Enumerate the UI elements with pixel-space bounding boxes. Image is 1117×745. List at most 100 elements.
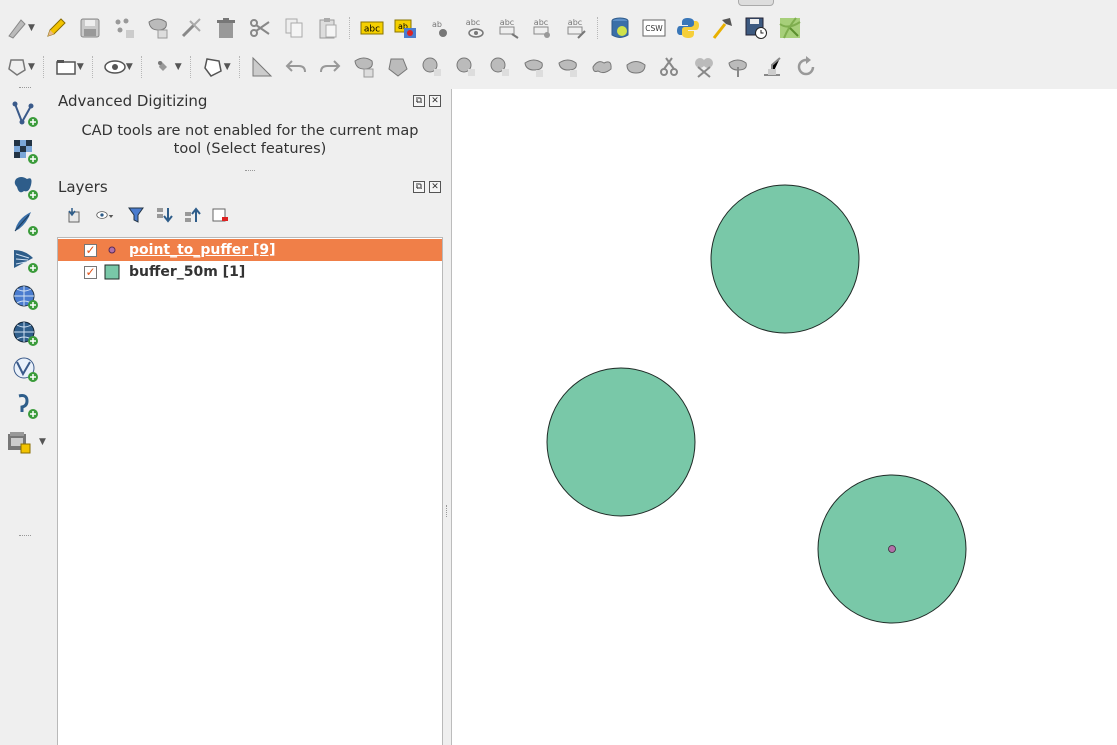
- add-point-icon[interactable]: [111, 15, 137, 41]
- expand-all-icon[interactable]: [153, 205, 175, 225]
- chevron-down-icon[interactable]: ▼: [77, 62, 84, 72]
- add-spatialite-layer-icon[interactable]: [10, 208, 40, 238]
- toolbar-separator: [348, 17, 351, 39]
- layer-row-point-to-puffer[interactable]: ✓ point_to_puffer [9]: [58, 239, 442, 261]
- add-delimited-text-layer-icon[interactable]: [10, 391, 40, 421]
- edit-pencil-icon[interactable]: [43, 15, 69, 41]
- layer-visibility-checkbox[interactable]: ✓: [84, 243, 97, 257]
- cut-icon[interactable]: [247, 15, 273, 41]
- add-mssql-layer-icon[interactable]: [10, 245, 40, 275]
- map-plugin-icon[interactable]: [777, 15, 803, 41]
- add-wms-layer-icon[interactable]: [10, 282, 40, 312]
- rotate-point-icon[interactable]: [759, 54, 785, 80]
- redo-icon[interactable]: [317, 54, 343, 80]
- annotation-icon[interactable]: [151, 54, 177, 80]
- save-edits-icon[interactable]: [77, 15, 103, 41]
- collapse-all-icon[interactable]: [181, 205, 203, 225]
- simplify-icon[interactable]: [589, 54, 615, 80]
- python-icon[interactable]: [675, 15, 701, 41]
- layer-tree[interactable]: ✓ point_to_puffer [9] ✓ buffer_50m [1]: [57, 237, 443, 745]
- buffer-polygon-2[interactable]: [546, 367, 696, 517]
- point-feature-1[interactable]: [888, 545, 896, 553]
- chevron-down-icon[interactable]: ▼: [28, 62, 35, 72]
- close-panel-icon[interactable]: ✕: [429, 95, 441, 107]
- chevron-down-icon[interactable]: ▼: [39, 437, 46, 447]
- label-highlight-icon[interactable]: ab: [393, 15, 419, 41]
- svg-text:ab: ab: [432, 20, 442, 29]
- label-icon[interactable]: abc: [359, 15, 385, 41]
- layers-panel-controls: ⧉ ✕: [413, 181, 441, 193]
- chevron-down-icon[interactable]: ▼: [126, 62, 133, 72]
- new-layer-icon[interactable]: [4, 427, 34, 457]
- check-mark-icon: ✓: [85, 265, 96, 279]
- close-panel-icon[interactable]: ✕: [429, 181, 441, 193]
- reload-icon[interactable]: [793, 54, 819, 80]
- toolbar-grip[interactable]: [19, 535, 31, 536]
- merge-attributes-icon[interactable]: [725, 54, 751, 80]
- polygon-tool-icon[interactable]: [200, 54, 226, 80]
- copy-icon[interactable]: [281, 15, 307, 41]
- data-source-toolbar: ▼: [0, 87, 54, 745]
- advanced-digitizing-title: Advanced Digitizing: [58, 92, 208, 110]
- database-icon[interactable]: [607, 15, 633, 41]
- label-show-icon[interactable]: abc: [461, 15, 487, 41]
- add-postgis-layer-icon[interactable]: [10, 172, 40, 202]
- map-splitter[interactable]: [446, 505, 447, 517]
- toolbar-grip[interactable]: [19, 87, 31, 88]
- float-panel-icon[interactable]: ⧉: [413, 181, 425, 193]
- vertex-tool-icon[interactable]: [145, 15, 171, 41]
- layers-title: Layers: [58, 178, 108, 196]
- delete-part-icon[interactable]: [487, 54, 513, 80]
- map-svg[interactable]: [452, 89, 1117, 745]
- reshape-icon[interactable]: [521, 54, 547, 80]
- split-icon[interactable]: [657, 54, 683, 80]
- add-wcs-layer-icon[interactable]: [10, 318, 40, 348]
- open-layer-styling-icon[interactable]: [63, 205, 85, 225]
- delete-icon[interactable]: [213, 15, 239, 41]
- svg-text:abc: abc: [500, 18, 514, 27]
- save-project-icon[interactable]: [743, 15, 769, 41]
- node-tool-icon[interactable]: [179, 15, 205, 41]
- svg-text:abc: abc: [466, 18, 480, 27]
- add-raster-layer-icon[interactable]: [10, 136, 40, 166]
- processing-icon[interactable]: [709, 15, 735, 41]
- label-move-icon[interactable]: abc: [495, 15, 521, 41]
- svg-text:abc: abc: [534, 18, 548, 27]
- fill-ring-icon[interactable]: [419, 54, 445, 80]
- delete-ring-icon[interactable]: [453, 54, 479, 80]
- add-part-icon[interactable]: [385, 54, 411, 80]
- measure-angle-icon[interactable]: [249, 54, 275, 80]
- float-panel-icon[interactable]: ⧉: [413, 95, 425, 107]
- label-pin-icon[interactable]: ab: [427, 15, 453, 41]
- offset-curve-icon[interactable]: [555, 54, 581, 80]
- map-canvas[interactable]: [451, 89, 1117, 745]
- layer-name: buffer_50m [1]: [129, 264, 246, 280]
- toolbar-handle[interactable]: [738, 0, 774, 6]
- label-rotate-icon[interactable]: abc: [529, 15, 555, 41]
- identify-eye-icon[interactable]: [102, 54, 128, 80]
- add-wfs-layer-icon[interactable]: [10, 354, 40, 384]
- undo-icon[interactable]: [283, 54, 309, 80]
- select-feature-icon[interactable]: [4, 54, 30, 80]
- svg-text:abc: abc: [364, 25, 380, 35]
- chevron-down-icon[interactable]: ▼: [224, 62, 231, 72]
- chevron-down-icon[interactable]: ▼: [175, 62, 182, 72]
- manage-visibility-icon[interactable]: [91, 205, 119, 225]
- csw-icon[interactable]: CSW: [641, 15, 667, 41]
- chevron-down-icon[interactable]: ▼: [28, 23, 35, 33]
- paste-icon[interactable]: [315, 15, 341, 41]
- add-ring-icon[interactable]: [351, 54, 377, 80]
- add-vector-layer-icon[interactable]: [10, 99, 40, 129]
- buffer-polygon-1[interactable]: [710, 184, 860, 334]
- merge-icon[interactable]: [623, 54, 649, 80]
- label-change-icon[interactable]: abc: [563, 15, 589, 41]
- layer-row-buffer-50m[interactable]: ✓ buffer_50m [1]: [58, 261, 442, 283]
- remove-layer-icon[interactable]: [209, 205, 231, 225]
- cad-tools-message: CAD tools are not enabled for the curren…: [58, 122, 442, 158]
- select-rectangle-icon[interactable]: [53, 54, 79, 80]
- panel-splitter[interactable]: [245, 170, 255, 171]
- split-parts-icon[interactable]: [691, 54, 717, 80]
- layer-visibility-checkbox[interactable]: ✓: [84, 265, 97, 279]
- filter-legend-icon[interactable]: [125, 205, 147, 225]
- digitize-icon[interactable]: [4, 15, 30, 41]
